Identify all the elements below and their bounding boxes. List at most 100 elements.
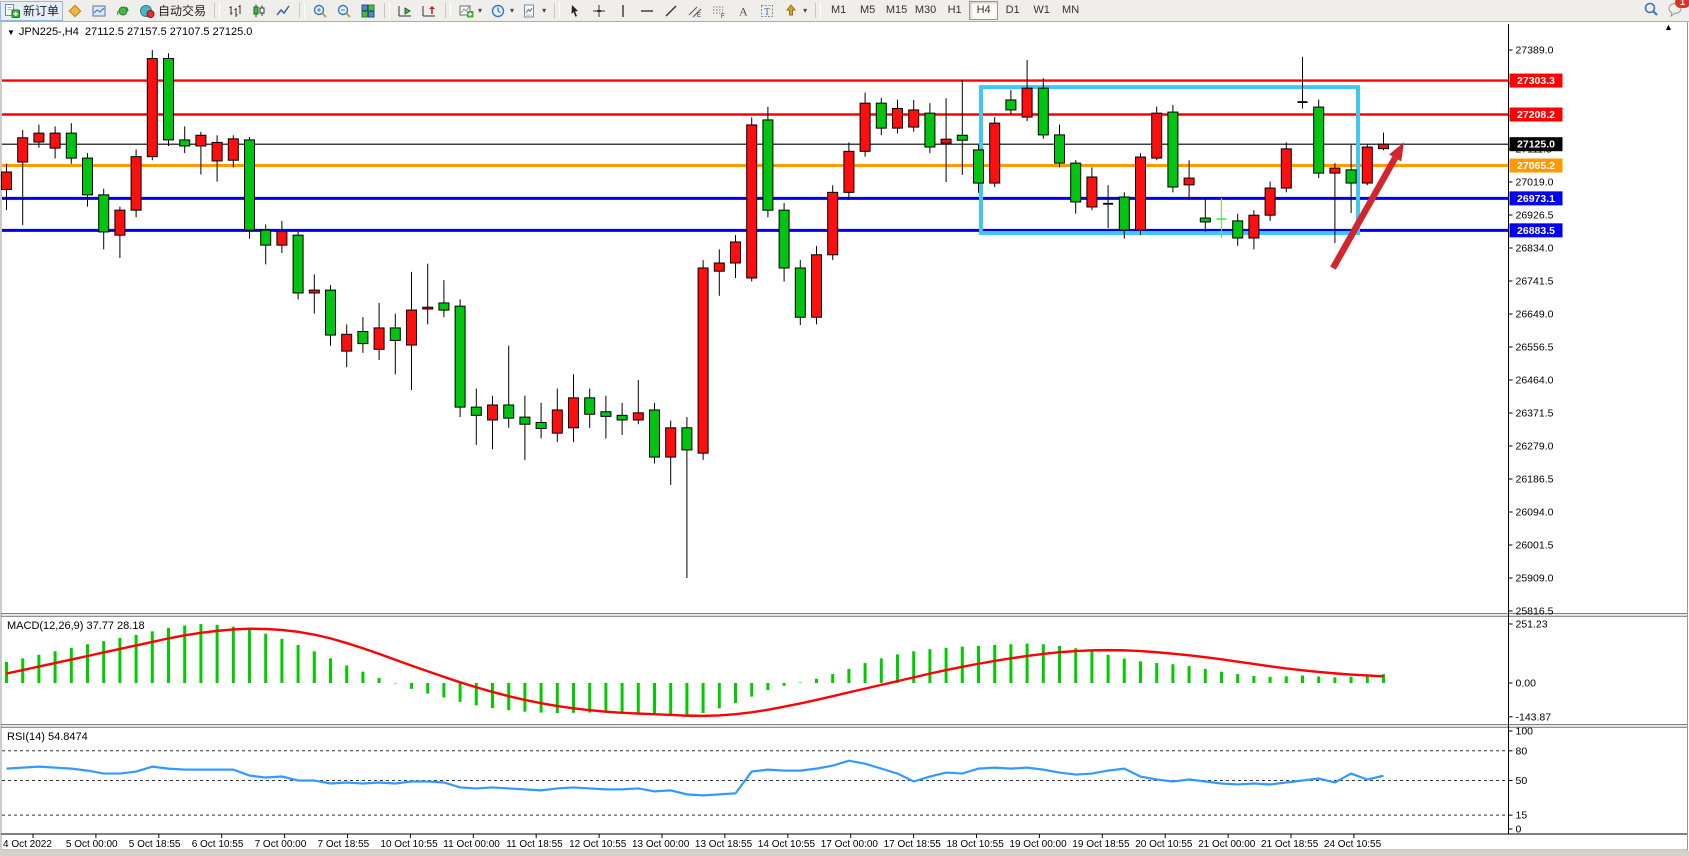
price-tick-label: 25816.5 bbox=[1516, 606, 1554, 618]
chart-window-icon bbox=[91, 3, 107, 19]
toolbar-separator bbox=[384, 3, 390, 18]
price-tick-label: 26926.5 bbox=[1516, 210, 1554, 222]
trendline-icon bbox=[663, 3, 679, 19]
timeframe-button-h4[interactable]: H4 bbox=[969, 1, 998, 20]
time-axis-label: 12 Oct 10:55 bbox=[569, 839, 627, 850]
dropdown-caret-icon[interactable]: ▾ bbox=[510, 6, 514, 15]
time-axis-label: 7 Oct 00:00 bbox=[255, 839, 307, 850]
timeframe-button-m5[interactable]: M5 bbox=[853, 1, 882, 20]
timeframe-button-m1[interactable]: M1 bbox=[824, 1, 853, 20]
search-button[interactable] bbox=[1643, 1, 1659, 20]
notification-badge: 1 bbox=[1675, 0, 1689, 8]
toolbar-group-timeframes: M1M5M15M30H1H4D1W1MN bbox=[824, 1, 1085, 21]
time-axis-label: 11 Oct 00:00 bbox=[443, 839, 500, 850]
macd-scale-label: 251.23 bbox=[1516, 619, 1548, 631]
tile-windows-button[interactable] bbox=[356, 1, 380, 21]
periods-button[interactable]: ▾ bbox=[486, 1, 518, 21]
timeframe-button-mn[interactable]: MN bbox=[1056, 1, 1085, 20]
chart-title: ▼JPN225-,H4 27112.5 27157.5 27107.5 2712… bbox=[7, 26, 252, 38]
chart-shift-button[interactable] bbox=[417, 1, 441, 21]
wand-icon bbox=[67, 3, 83, 19]
candle-chart-button[interactable] bbox=[247, 1, 271, 21]
timeframe-button-d1[interactable]: D1 bbox=[998, 1, 1027, 20]
time-axis-label: 14 Oct 10:55 bbox=[758, 839, 816, 850]
fibonacci-icon: F bbox=[711, 3, 727, 19]
timeframe-button-h1[interactable]: H1 bbox=[940, 1, 969, 20]
wand-button[interactable] bbox=[63, 1, 87, 21]
price-tick-label: 26371.5 bbox=[1516, 408, 1554, 420]
dropdown-caret-icon[interactable]: ▾ bbox=[803, 6, 807, 15]
horizontal-line-icon bbox=[639, 3, 655, 19]
zoom-out-icon bbox=[336, 3, 352, 19]
indicators-button[interactable]: ▾ bbox=[454, 1, 486, 21]
signals-button[interactable] bbox=[111, 1, 135, 21]
time-axis-label: 5 Oct 00:00 bbox=[66, 839, 118, 850]
equidistant-channel-button[interactable]: E bbox=[683, 1, 707, 21]
chart-canvas[interactable]: 27389.027296.527204.027111.527019.026926… bbox=[0, 21, 1689, 851]
price-tick-label: 27389.0 bbox=[1516, 45, 1554, 57]
toolbar-group-zoom bbox=[308, 1, 380, 21]
line-chart-icon bbox=[275, 3, 291, 19]
dropdown-caret-icon[interactable]: ▾ bbox=[542, 6, 546, 15]
vertical-line-button[interactable] bbox=[611, 1, 635, 21]
price-line-tag: 26973.1 bbox=[1517, 193, 1555, 205]
dropdown-caret-icon[interactable]: ▾ bbox=[478, 6, 482, 15]
price-line-tag: 27065.2 bbox=[1517, 160, 1555, 172]
rsi-scale-label: 100 bbox=[1516, 726, 1534, 738]
horizontal-line-button[interactable] bbox=[635, 1, 659, 21]
text-button[interactable]: A bbox=[731, 1, 755, 21]
toolbar-separator bbox=[554, 3, 560, 18]
timeframe-button-m15[interactable]: M15 bbox=[882, 1, 911, 20]
crosshair-icon bbox=[591, 3, 607, 19]
text-label-button[interactable]: T bbox=[755, 1, 779, 21]
crosshair-button[interactable] bbox=[587, 1, 611, 21]
toolbar-group-trading: 新订单 自动交易 bbox=[0, 1, 210, 21]
line-chart-button[interactable] bbox=[271, 1, 295, 21]
bar-chart-button[interactable] bbox=[223, 1, 247, 21]
new-order-button[interactable]: 新订单 bbox=[0, 1, 63, 21]
time-axis-label: 7 Oct 18:55 bbox=[318, 839, 370, 850]
price-tick-label: 26834.0 bbox=[1516, 243, 1554, 255]
zoom-out-button[interactable] bbox=[332, 1, 356, 21]
time-axis-label: 17 Oct 18:55 bbox=[884, 839, 942, 850]
toolbar-group-drawing-tools: E F AT ▾ bbox=[563, 1, 811, 21]
toolbar-separator bbox=[299, 3, 305, 18]
trendline-button[interactable] bbox=[659, 1, 683, 21]
button-label: 自动交易 bbox=[158, 2, 206, 19]
timeframe-button-m30[interactable]: M30 bbox=[911, 1, 940, 20]
time-axis-label: 21 Oct 00:00 bbox=[1198, 839, 1256, 850]
time-axis-label: 20 Oct 10:55 bbox=[1135, 839, 1193, 850]
cursor-button[interactable] bbox=[563, 1, 587, 21]
fibonacci-button[interactable]: F bbox=[707, 1, 731, 21]
toolbar-group-scroll bbox=[393, 1, 441, 21]
scroll-marker-icon[interactable]: ▲ bbox=[1664, 22, 1673, 32]
rsi-scale-label: 80 bbox=[1516, 745, 1528, 757]
toolbar: 新订单 自动交易 ▾ ▾ ▾ E F AT ▾ M1M5M15M30H1H4D1W1MN 1 bbox=[0, 0, 1689, 22]
svg-text:A: A bbox=[739, 4, 748, 18]
autotrade-button[interactable]: 自动交易 bbox=[135, 1, 210, 21]
chart-ohlc-values: 27112.5 27157.5 27107.5 27125.0 bbox=[85, 26, 252, 38]
time-axis-label: 10 Oct 10:55 bbox=[380, 839, 438, 850]
arrows-icon bbox=[783, 3, 799, 19]
price-line-tag: 27125.0 bbox=[1517, 139, 1555, 151]
svg-text:F: F bbox=[721, 14, 725, 19]
price-line-tag: 27303.3 bbox=[1517, 75, 1555, 87]
auto-scroll-button[interactable] bbox=[393, 1, 417, 21]
price-tick-label: 26186.5 bbox=[1516, 474, 1554, 486]
vertical-line-icon bbox=[615, 3, 631, 19]
templates-button[interactable]: ▾ bbox=[518, 1, 550, 21]
rsi-indicator-label: RSI(14) 54.8474 bbox=[7, 731, 88, 743]
rsi-scale-label: 0 bbox=[1516, 824, 1522, 836]
timeframe-button-w1[interactable]: W1 bbox=[1027, 1, 1056, 20]
chevron-down-icon[interactable]: ▼ bbox=[7, 28, 15, 37]
chart-window[interactable]: 27389.027296.527204.027111.527019.026926… bbox=[0, 21, 1689, 851]
arrows-button[interactable]: ▾ bbox=[779, 1, 811, 21]
zoom-in-button[interactable] bbox=[308, 1, 332, 21]
time-axis-label: 11 Oct 18:55 bbox=[506, 839, 563, 850]
time-axis-label: 24 Oct 10:55 bbox=[1324, 839, 1382, 850]
price-tick-label: 26001.5 bbox=[1516, 540, 1554, 552]
chart-window-button[interactable] bbox=[87, 1, 111, 21]
text-icon: A bbox=[735, 3, 751, 19]
rsi-scale-label: 15 bbox=[1516, 810, 1528, 822]
chat-button[interactable]: 1 bbox=[1667, 1, 1683, 20]
